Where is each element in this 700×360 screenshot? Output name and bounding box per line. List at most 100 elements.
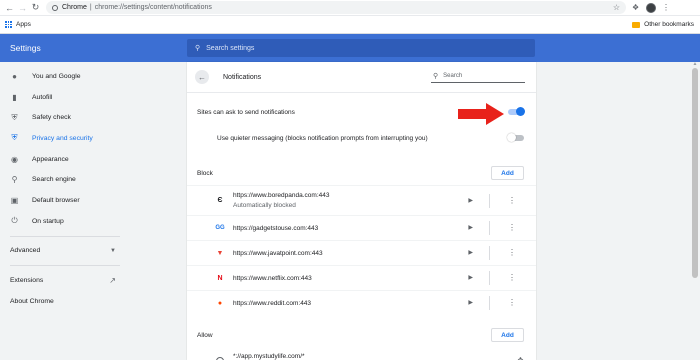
blocked-site-row[interactable]: Є https://www.boredpanda.com:443 Automat… <box>187 185 536 215</box>
sidebar-item-appearance[interactable]: ◉ Appearance <box>0 149 130 170</box>
reddit-icon: ● <box>217 299 223 307</box>
other-bookmarks-label: Other bookmarks <box>644 21 694 28</box>
block-add-button[interactable]: Add <box>491 166 524 180</box>
sidebar-divider <box>10 264 120 266</box>
blocked-site-row[interactable]: ● https://www.reddit.com:443 ▶ ⋮ <box>187 290 536 315</box>
javatpoint-icon: ▼ <box>216 249 224 257</box>
profile-avatar[interactable] <box>646 2 656 13</box>
address-host: Chrome <box>62 4 87 11</box>
back-button[interactable]: ← <box>195 70 209 84</box>
external-link-icon: ↗ <box>109 275 116 285</box>
settings-search-placeholder: Search settings <box>206 44 255 52</box>
blocked-site-row[interactable]: N https://www.netflix.com:443 ▶ ⋮ <box>187 265 536 290</box>
reload-icon[interactable]: ↻ <box>29 1 42 15</box>
chrome-menu-icon[interactable]: ⋮ <box>662 3 670 12</box>
bookmark-star-icon[interactable]: ☆ <box>613 3 620 12</box>
sidebar-item-label: Safety check <box>32 114 71 122</box>
gadgetstouse-icon: GG <box>215 225 225 231</box>
sidebar-item-label: Search engine <box>32 176 76 184</box>
blocked-site-row[interactable]: GG https://gadgetstouse.com:443 ▶ ⋮ <box>187 215 536 240</box>
sidebar-item-search-engine[interactable]: ⚲ Search engine <box>0 169 130 190</box>
expand-arrow-icon[interactable]: ▶ <box>468 274 473 281</box>
expand-arrow-icon[interactable]: ▶ <box>468 197 473 204</box>
sidebar-item-on-startup[interactable]: ⏻ On startup <box>0 211 130 232</box>
sidebar-item-label: Default browser <box>32 196 80 204</box>
sidebar-about-label: About Chrome <box>10 297 54 305</box>
apps-grid-icon <box>5 21 12 28</box>
notifications-search-placeholder: Search <box>443 73 463 79</box>
card-header: ← Notifications ⚲ Search <box>187 62 536 92</box>
browser-toolbar: ← → ↻ Chrome | chrome://settings/content… <box>0 0 700 16</box>
site-url: https://gadgetstouse.com:443 <box>233 224 319 232</box>
row-separator <box>489 271 490 285</box>
sidebar-advanced[interactable]: Advanced ▼ <box>0 241 130 261</box>
apps-label: Apps <box>16 21 31 28</box>
sidebar-divider <box>10 235 120 237</box>
row-separator <box>489 296 490 310</box>
allow-heading: Allow <box>197 331 213 339</box>
sidebar-extensions-label: Extensions <box>10 276 44 284</box>
site-info-icon[interactable] <box>52 4 58 11</box>
sidebar-item-label: You and Google <box>32 72 81 80</box>
sidebar-item-label: Privacy and security <box>32 134 93 142</box>
settings-search-input[interactable]: ⚲ Search settings <box>187 39 535 57</box>
allow-add-button[interactable]: Add <box>491 328 524 342</box>
ask-notifications-toggle[interactable] <box>508 107 525 116</box>
sidebar-item-privacy-and-security[interactable]: ⛨ Privacy and security <box>0 128 130 149</box>
notifications-title: Notifications <box>223 73 262 81</box>
notifications-search-input[interactable]: ⚲ Search <box>431 70 525 83</box>
search-icon: ⚲ <box>195 45 201 52</box>
quieter-messaging-toggle[interactable] <box>507 133 524 142</box>
extension-puzzle-icon[interactable]: ❖ <box>517 356 524 360</box>
sidebar-item-extensions[interactable]: Extensions ↗ <box>0 270 130 291</box>
allow-section-header: Allow Add <box>187 323 536 347</box>
netflix-icon: N <box>217 274 223 282</box>
quieter-messaging-row: Use quieter messaging (blocks notificati… <box>187 131 536 145</box>
extensions-icon[interactable]: ❖ <box>632 3 640 12</box>
annotation-arrow-icon <box>458 103 504 125</box>
more-actions-icon[interactable]: ⋮ <box>508 223 516 232</box>
sidebar-item-default-browser[interactable]: ▣ Default browser <box>0 190 130 211</box>
browser-icon: ▣ <box>10 195 19 205</box>
address-url: chrome://settings/content/notifications <box>94 4 212 11</box>
site-url: https://www.reddit.com:443 <box>233 299 312 307</box>
shield-lock-icon: ⛨ <box>11 133 18 143</box>
site-status: Automatically blocked <box>233 202 296 209</box>
page-title: Settings <box>10 43 41 53</box>
sidebar-item-label: On startup <box>32 217 64 225</box>
blocked-site-row[interactable]: ▼ https://www.javatpoint.com:443 ▶ ⋮ <box>187 240 536 265</box>
expand-arrow-icon[interactable]: ▶ <box>468 249 473 256</box>
forward-arrow-icon[interactable]: → <box>16 1 29 15</box>
block-section-header: Block Add <box>187 161 536 185</box>
expand-arrow-icon[interactable]: ▶ <box>468 224 473 231</box>
palette-icon: ◉ <box>11 154 18 164</box>
more-actions-icon[interactable]: ⋮ <box>508 298 516 307</box>
settings-header: Settings ⚲ Search settings <box>0 34 700 62</box>
expand-arrow-icon[interactable]: ▶ <box>468 299 473 306</box>
sidebar-item-you-and-google[interactable]: ● You and Google <box>0 66 130 87</box>
power-icon: ⏻ <box>11 216 18 226</box>
sidebar-item-label: Appearance <box>32 155 69 163</box>
more-actions-icon[interactable]: ⋮ <box>508 248 516 257</box>
sidebar-item-about-chrome[interactable]: About Chrome <box>0 291 130 312</box>
person-icon: ● <box>12 71 17 81</box>
page-scrollbar[interactable]: ▲ <box>690 62 700 360</box>
row-separator <box>489 193 490 208</box>
more-actions-icon[interactable]: ⋮ <box>508 273 516 282</box>
sidebar-item-autofill[interactable]: ▮ Autofill <box>0 87 130 108</box>
address-bar[interactable]: Chrome | chrome://settings/content/notif… <box>46 1 626 14</box>
scroll-up-icon[interactable]: ▲ <box>692 62 698 67</box>
more-actions-icon[interactable]: ⋮ <box>508 196 516 205</box>
search-icon: ⚲ <box>433 73 439 80</box>
apps-shortcut[interactable]: Apps <box>5 21 31 28</box>
scrollbar-thumb[interactable] <box>692 68 698 278</box>
other-bookmarks[interactable]: Other bookmarks <box>632 21 694 28</box>
search-icon: ⚲ <box>11 175 18 185</box>
caret-down-icon: ▼ <box>110 247 116 254</box>
shield-icon: ⛨ <box>11 112 18 122</box>
sidebar-item-safety-check[interactable]: ⛨ Safety check <box>0 107 130 128</box>
back-arrow-icon[interactable]: ← <box>3 1 16 15</box>
site-url: *://app.mystudylife.com/* <box>233 352 305 360</box>
back-arrow-icon: ← <box>198 72 206 82</box>
allowed-site-row[interactable]: *://app.mystudylife.com/* ❖ <box>187 347 536 360</box>
